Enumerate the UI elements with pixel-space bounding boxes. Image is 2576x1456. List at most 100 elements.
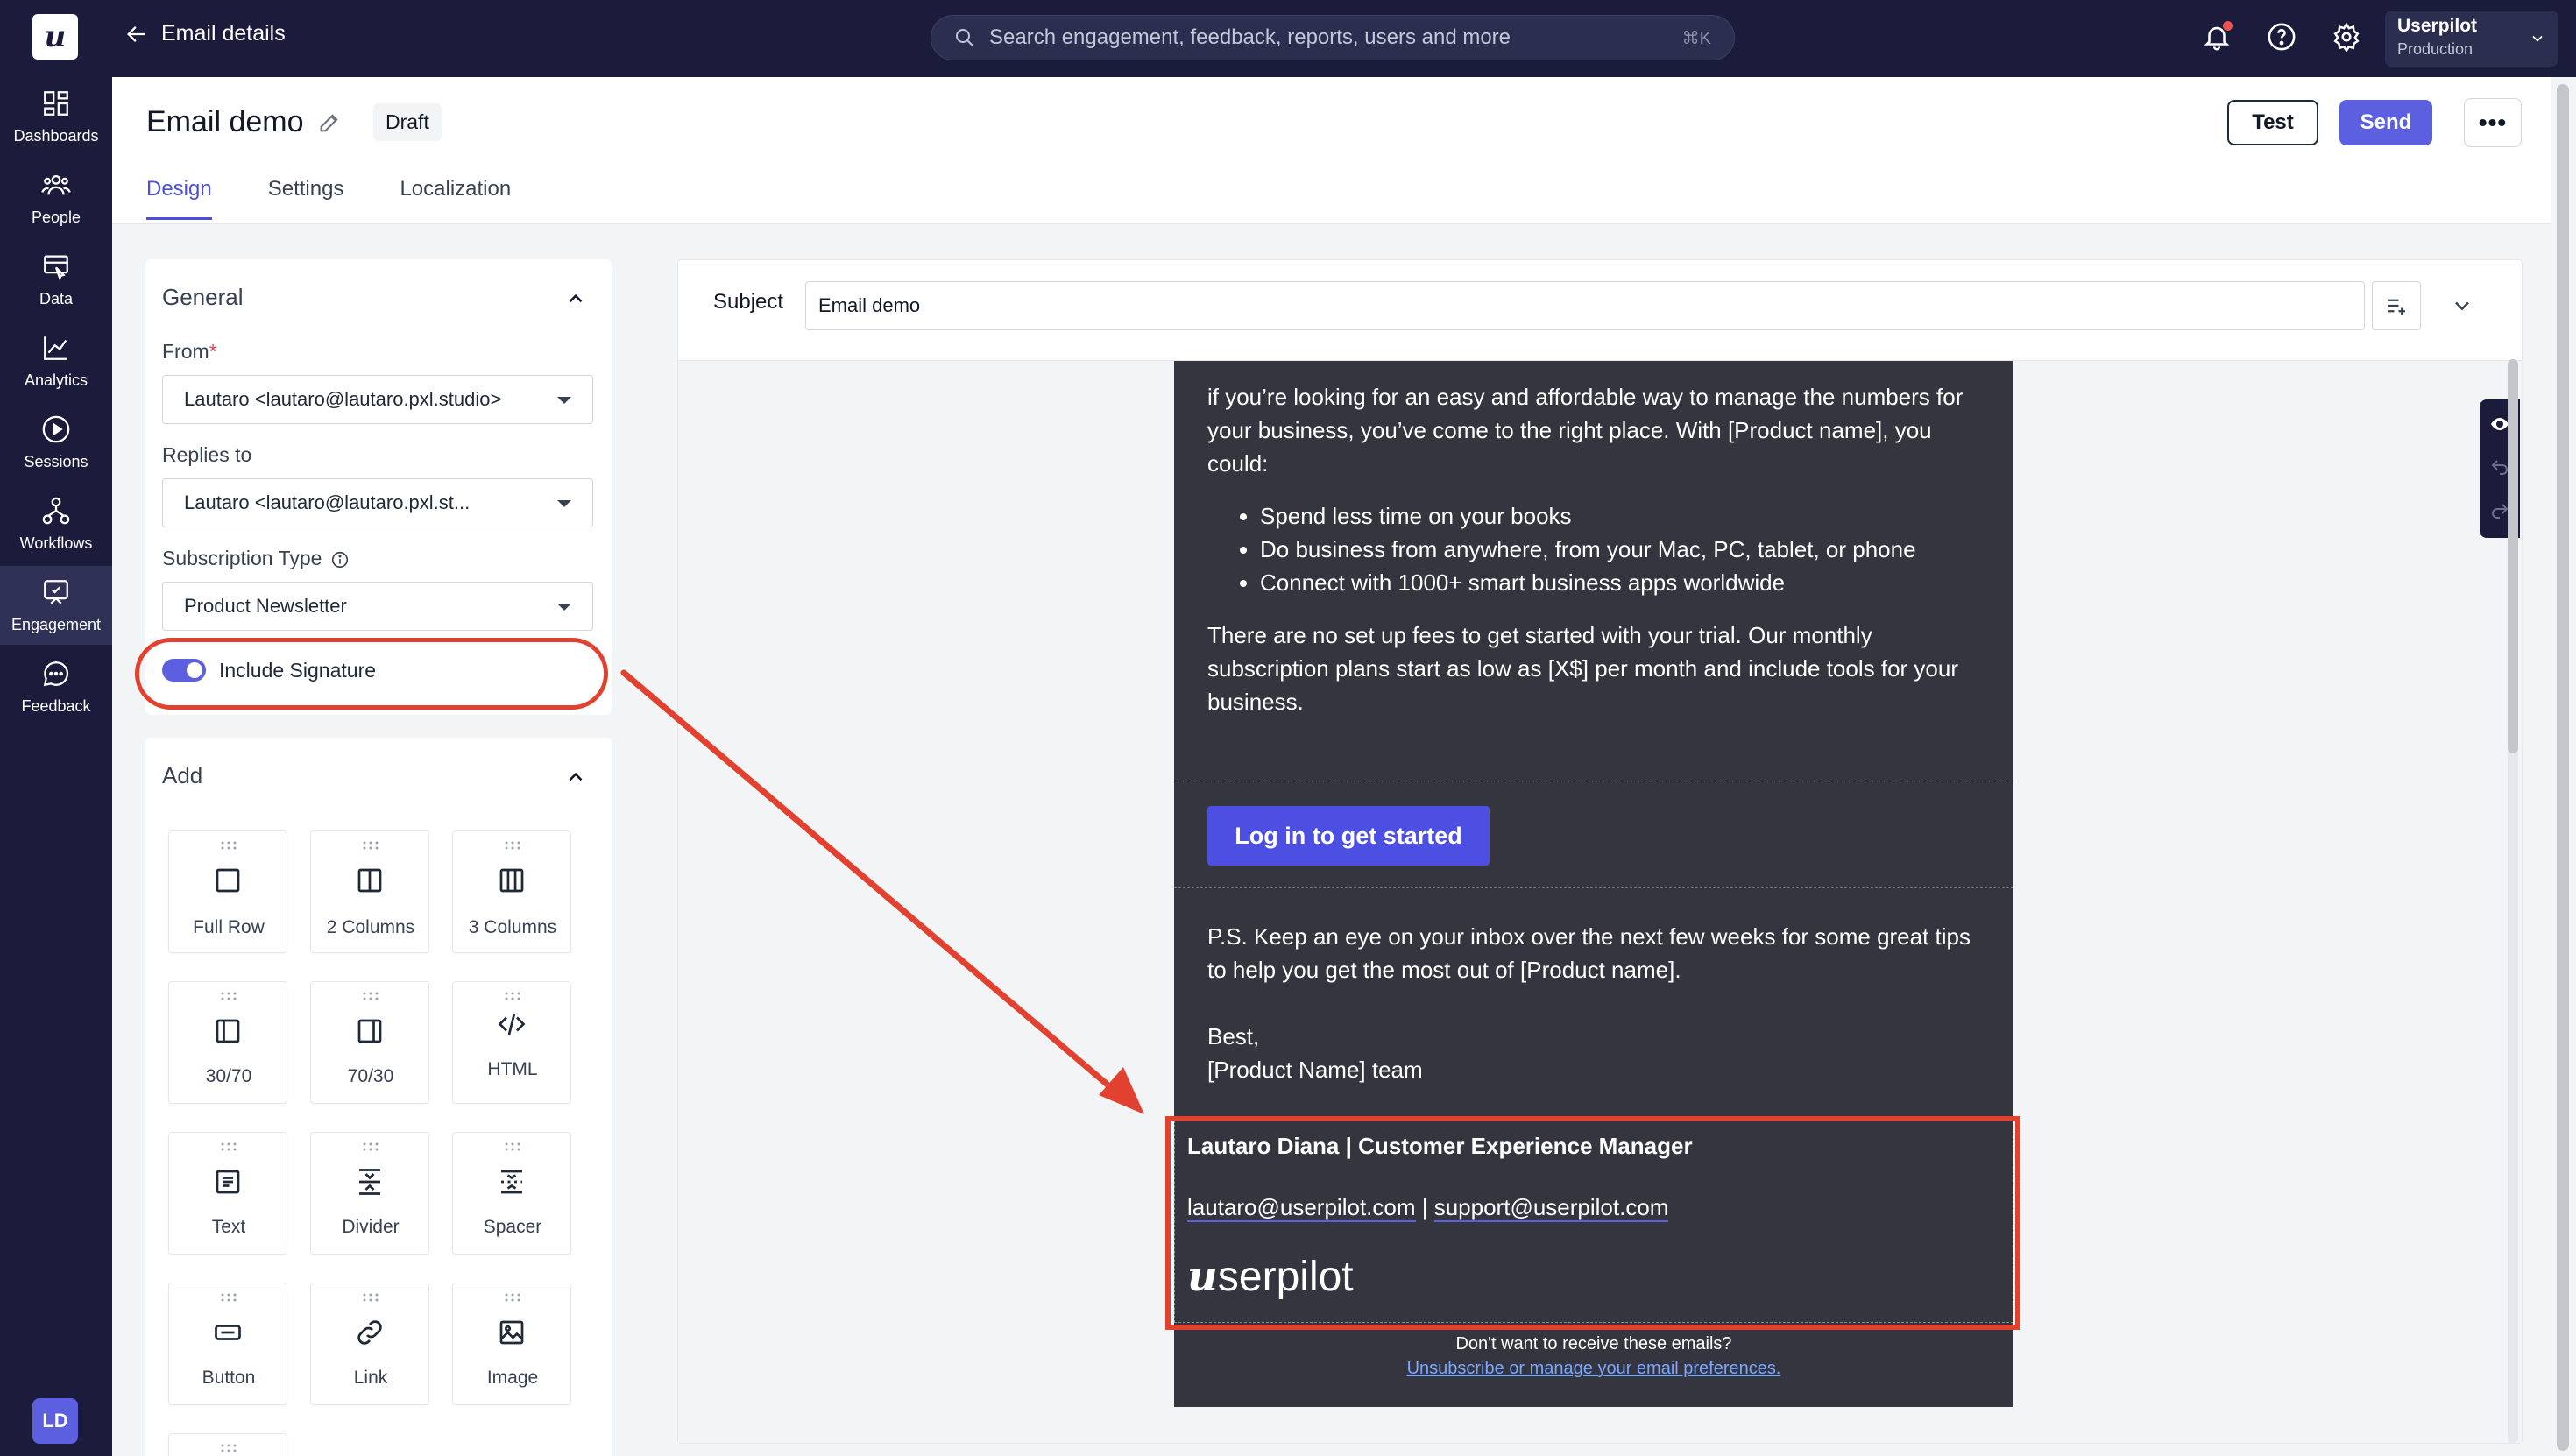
block-70-30[interactable]: 70/30 bbox=[310, 981, 429, 1104]
block-full-row[interactable]: Full Row bbox=[168, 830, 287, 953]
pencil-icon[interactable] bbox=[317, 110, 342, 135]
link-icon bbox=[357, 1320, 382, 1345]
block-spacer[interactable]: Spacer bbox=[452, 1132, 571, 1255]
nav-people[interactable]: People bbox=[0, 159, 112, 237]
subscription-type-value: Product Newsletter bbox=[184, 595, 347, 617]
three-columns-icon bbox=[499, 868, 524, 893]
search-shortcut: ⌘K bbox=[1681, 28, 1711, 48]
top-bar: u Email details Search engagement, feedb… bbox=[0, 0, 2576, 77]
nav-sessions[interactable]: Sessions bbox=[0, 403, 112, 482]
search-placeholder: Search engagement, feedback, reports, us… bbox=[989, 25, 1511, 49]
subscription-type-select[interactable]: Product Newsletter bbox=[162, 582, 593, 631]
nav-dashboards[interactable]: Dashboards bbox=[0, 77, 112, 156]
nav-data[interactable]: Data bbox=[0, 240, 112, 319]
nav-label: Feedback bbox=[21, 696, 91, 715]
block-30-70[interactable]: 30/70 bbox=[168, 981, 287, 1104]
subscription-type-label: Subscription Type bbox=[162, 547, 350, 570]
tab-bar: Design Settings Localization bbox=[146, 177, 567, 220]
gear-icon bbox=[2333, 22, 2360, 52]
page-scrollbar[interactable] bbox=[2557, 77, 2569, 1456]
nav-label: Dashboards bbox=[13, 126, 99, 145]
canvas-scrollbar[interactable] bbox=[2508, 359, 2518, 1444]
block-3-columns[interactable]: 3 Columns bbox=[452, 830, 571, 953]
page-scrollbar-thumb[interactable] bbox=[2557, 84, 2569, 1451]
block-link[interactable]: Link bbox=[310, 1283, 429, 1405]
userpilot-logo[interactable]: u bbox=[32, 14, 78, 60]
nav-feedback[interactable]: Feedback bbox=[0, 647, 112, 726]
block-divider[interactable]: Divider bbox=[310, 1132, 429, 1255]
block-html[interactable]: HTML bbox=[452, 981, 571, 1104]
user-avatar[interactable]: LD bbox=[32, 1398, 78, 1444]
notification-dot bbox=[2223, 21, 2233, 31]
tab-design[interactable]: Design bbox=[146, 177, 212, 220]
account-switcher[interactable]: Userpilot Production bbox=[2385, 11, 2558, 67]
drag-grip-icon bbox=[505, 841, 520, 850]
unsubscribe-link[interactable]: Unsubscribe or manage your email prefere… bbox=[1174, 1356, 2013, 1381]
panel-title: Add bbox=[162, 762, 203, 788]
back-label: Email details bbox=[161, 21, 286, 46]
send-button[interactable]: Send bbox=[2339, 100, 2432, 145]
chevron-down-icon bbox=[2532, 35, 2543, 42]
required-marker: * bbox=[209, 340, 217, 363]
engagement-icon bbox=[44, 579, 68, 604]
left-navigation: Dashboards People Data Analytics Session… bbox=[0, 77, 112, 1456]
analytics-icon bbox=[44, 336, 67, 360]
cta-button[interactable]: Log in to get started bbox=[1207, 806, 1490, 866]
notifications-button[interactable] bbox=[2199, 19, 2234, 54]
block-more[interactable] bbox=[168, 1433, 287, 1456]
block-label: Divider bbox=[342, 1217, 400, 1237]
email-button-section[interactable]: Log in to get started bbox=[1174, 785, 2013, 888]
subject-label: Subject bbox=[713, 290, 784, 314]
spacer-icon bbox=[501, 1170, 522, 1194]
global-search[interactable]: Search engagement, feedback, reports, us… bbox=[931, 15, 1735, 60]
people-icon bbox=[41, 174, 71, 194]
two-columns-icon bbox=[357, 868, 382, 893]
tab-settings[interactable]: Settings bbox=[268, 177, 344, 220]
page-title: Email demo bbox=[146, 105, 304, 138]
drag-grip-icon bbox=[505, 1293, 520, 1302]
block-label: Link bbox=[353, 1368, 388, 1388]
search-icon bbox=[956, 29, 973, 46]
block-label: 2 Columns bbox=[326, 917, 415, 937]
from-select[interactable]: Lautaro <lautaro@lautaro.pxl.studio> bbox=[162, 375, 593, 424]
unsubscribe-question: Don't want to receive these emails? bbox=[1455, 1334, 1732, 1354]
scrollbar-thumb[interactable] bbox=[2508, 359, 2518, 753]
status-badge: Draft bbox=[373, 103, 442, 141]
subject-input[interactable]: Email demo bbox=[805, 281, 2365, 330]
block-2-columns[interactable]: 2 Columns bbox=[310, 830, 429, 953]
from-value: Lautaro <lautaro@lautaro.pxl.studio> bbox=[184, 388, 502, 410]
chevron-up-icon[interactable] bbox=[564, 287, 587, 310]
email-intro: if you’re looking for an easy and afford… bbox=[1207, 384, 1964, 477]
block-label: 70/30 bbox=[347, 1066, 394, 1086]
block-text[interactable]: Text bbox=[168, 1132, 287, 1255]
replies-to-select[interactable]: Lautaro <lautaro@lautaro.pxl.st... bbox=[162, 478, 593, 527]
insert-variable-button[interactable] bbox=[2372, 281, 2421, 330]
settings-button[interactable] bbox=[2329, 19, 2364, 54]
email-closing-section[interactable]: P.S. Keep an eye on your inbox over the … bbox=[1174, 892, 2013, 1114]
nav-engagement[interactable]: Engagement bbox=[0, 566, 112, 645]
nav-analytics[interactable]: Analytics bbox=[0, 322, 112, 400]
help-button[interactable] bbox=[2264, 19, 2299, 54]
nav-workflows[interactable]: Workflows bbox=[0, 484, 112, 563]
chevron-down-icon[interactable] bbox=[2450, 293, 2474, 318]
back-link[interactable]: Email details bbox=[124, 21, 286, 46]
chevron-up-icon[interactable] bbox=[564, 766, 587, 788]
block-label: Spacer bbox=[483, 1217, 542, 1237]
test-button[interactable]: Test bbox=[2227, 100, 2318, 145]
more-options-button[interactable]: ••• bbox=[2464, 98, 2522, 147]
block-image[interactable]: Image bbox=[452, 1283, 571, 1405]
arrow-left-icon bbox=[127, 25, 145, 42]
add-panel: Add Full Row 2 Columns 3 Columns 30/70 7… bbox=[145, 738, 612, 1456]
info-icon[interactable] bbox=[330, 550, 350, 569]
block-button[interactable]: Button bbox=[168, 1283, 287, 1405]
email-body-section[interactable]: if you’re looking for an easy and afford… bbox=[1174, 361, 2013, 781]
block-label: 3 Columns bbox=[468, 917, 557, 937]
block-label: Button bbox=[202, 1368, 256, 1388]
account-environment: Production bbox=[2397, 40, 2473, 58]
dashboard-icon bbox=[44, 90, 68, 116]
drag-grip-icon bbox=[363, 992, 379, 1000]
block-label: Full Row bbox=[193, 917, 265, 937]
tab-localization[interactable]: Localization bbox=[400, 177, 511, 220]
caret-down-icon bbox=[557, 500, 571, 507]
account-name: Userpilot bbox=[2397, 16, 2478, 36]
